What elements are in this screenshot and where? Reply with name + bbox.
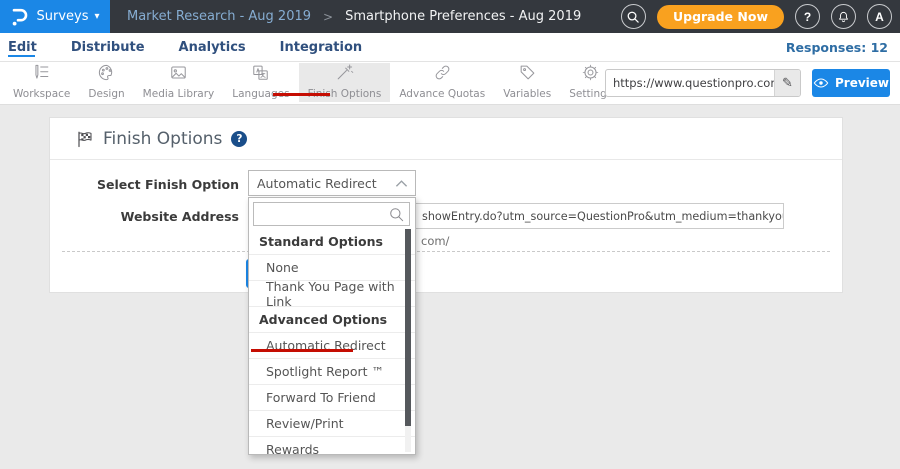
chain-links-icon [433,63,452,86]
toolbar-item-design[interactable]: Design [79,63,133,102]
dropdown-option[interactable]: Rewards [249,437,415,455]
breadcrumb-current: Smartphone Preferences - Aug 2019 [345,9,581,24]
toolbar-item-media-library[interactable]: Media Library [134,63,224,102]
search-icon [388,206,405,227]
checkered-flag-icon [76,130,94,148]
topbar-actions: Upgrade Now ? A [621,0,892,33]
palette-icon [97,63,116,86]
survey-url-input[interactable]: https://www.questionpro.com/t/A [606,70,774,96]
finish-option-select[interactable]: Automatic Redirect [248,170,416,196]
surveys-menu[interactable]: Surveys ▾ [0,0,110,33]
survey-url-box: https://www.questionpro.com/t/A ✎ [605,69,801,97]
translate-icon [251,63,270,86]
dropdown-option[interactable]: Spotlight Report ™ [249,359,415,385]
responses-count[interactable]: Responses: 12 [786,33,888,62]
select-finish-option-label: Select Finish Option [50,177,239,192]
magic-wand-icon [335,63,354,86]
dropdown-option[interactable]: None [249,255,415,281]
dropdown-option[interactable]: Review/Print [249,411,415,437]
tag-icon [518,63,537,86]
dropdown-option[interactable]: Thank You Page with Link [249,281,415,307]
dropdown-option[interactable]: Standard Options [249,229,415,255]
dashed-divider [62,251,830,252]
selected-option: Automatic Redirect [257,176,377,191]
edit-url-button[interactable]: ✎ [774,70,800,96]
breadcrumb-parent[interactable]: Market Research - Aug 2019 [127,9,311,24]
toolbar-item-advance-quotas[interactable]: Advance Quotas [390,63,494,102]
tab-distribute[interactable]: Distribute [71,33,145,61]
toolbar-item-variables[interactable]: Variables [494,63,560,102]
help-button[interactable]: ? [795,4,820,29]
dropdown-option[interactable]: Automatic Redirect [249,333,415,359]
toolbar-item-workspace[interactable]: Workspace [4,63,79,102]
image-icon [169,63,188,86]
chevron-up-icon [395,179,408,188]
finish-options-panel: Finish Options ? Select Finish Option We… [49,117,843,293]
search-icon [626,10,640,24]
pencil-icon: ✎ [782,76,793,91]
dropdown-option[interactable]: Forward To Friend [249,385,415,411]
toolbar-item-languages[interactable]: Languages [223,63,298,102]
avatar[interactable]: A [867,4,892,29]
tab-integration[interactable]: Integration [280,33,362,61]
tab-analytics[interactable]: Analytics [179,33,246,61]
eye-icon [813,77,829,89]
dropdown-search [253,202,410,226]
toolbar-item-finish-options[interactable]: Finish Options [299,63,391,102]
dropdown-options: Standard Options None Thank You Page wit… [249,229,415,455]
topbar: Surveys ▾ Market Research - Aug 2019 > S… [0,0,900,33]
dropdown-panel: Standard Options None Thank You Page wit… [248,197,416,455]
divider [50,159,842,160]
annotation-underline-finish-options [273,93,330,96]
chevron-down-icon: ▾ [94,11,99,22]
search-button[interactable] [621,4,646,29]
bell-icon [837,10,850,24]
workspace-list-icon [32,63,51,86]
surveys-label: Surveys [36,9,88,24]
questionpro-logo-icon [10,7,28,27]
finish-option-dropdown: Automatic Redirect Standard Options None [248,170,416,455]
dropdown-option[interactable]: Advanced Options [249,307,415,333]
questionpro-app: Surveys ▾ Market Research - Aug 2019 > S… [0,0,900,469]
website-helper-text: com/ [421,234,449,248]
breadcrumb: Market Research - Aug 2019 > Smartphone … [127,9,581,24]
notifications-button[interactable] [831,4,856,29]
page-title: Finish Options [103,129,222,149]
section-nav: Edit Distribute Analytics Integration Re… [0,33,900,62]
dropdown-search-input[interactable] [254,203,409,225]
preview-button[interactable]: Preview [812,69,890,97]
scrollbar-thumb[interactable] [405,229,411,426]
upgrade-now-button[interactable]: Upgrade Now [657,5,784,29]
gear-icon [581,63,600,86]
panel-title-row: Finish Options ? [76,129,247,149]
breadcrumb-separator: > [323,10,333,24]
title-help-icon[interactable]: ? [231,131,247,147]
website-address-label: Website Address [50,209,239,224]
tab-edit[interactable]: Edit [8,33,37,61]
